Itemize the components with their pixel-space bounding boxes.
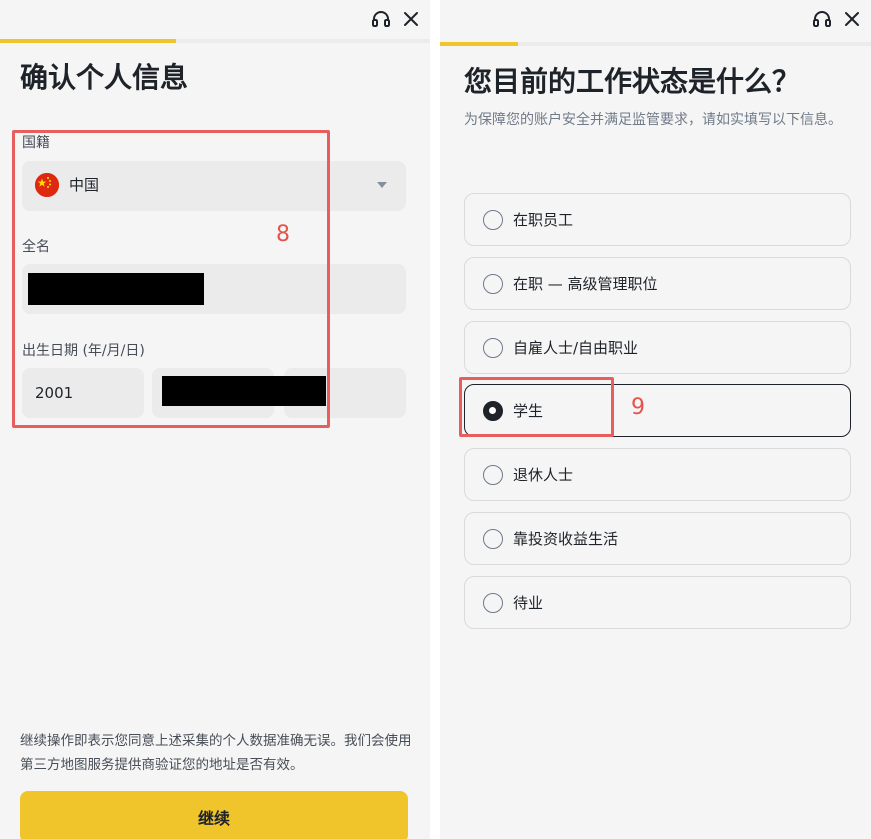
employment-option-label: 在职员工 — [513, 211, 574, 229]
confirm-personal-info-screen: 确认个人信息 国籍 中国 全名 出生日期 (年/月/日) 2001 8 继续操作… — [0, 0, 430, 839]
radio-icon[interactable] — [483, 209, 503, 230]
employment-option[interactable]: 靠投资收益生活 — [464, 512, 851, 565]
employment-option[interactable]: 在职员工 — [464, 193, 851, 246]
annotation-box — [12, 130, 330, 428]
annotation-number: 9 — [631, 395, 645, 420]
top-bar — [803, 8, 863, 30]
progress-bar — [0, 39, 430, 43]
employment-option-label: 退休人士 — [513, 466, 574, 484]
employment-option-label: 靠投资收益生活 — [513, 530, 619, 548]
progress-fill — [0, 39, 177, 43]
annotation-box — [459, 377, 614, 437]
radio-icon[interactable] — [483, 528, 503, 549]
employment-option[interactable]: 在职 — 高级管理职位 — [464, 257, 851, 310]
headset-icon[interactable] — [370, 8, 392, 30]
employment-option-label: 在职 — 高级管理职位 — [513, 275, 658, 293]
employment-option[interactable]: 退休人士 — [464, 448, 851, 501]
progress-fill — [440, 42, 518, 46]
radio-icon[interactable] — [483, 592, 503, 613]
employment-status-screen: 您目前的工作状态是什么？ 为保障您的账户安全并满足监管要求，请如实填写以下信息。… — [440, 0, 871, 839]
consent-disclaimer: 继续操作即表示您同意上述采集的个人数据准确无误。我们会使用第三方地图服务提供商验… — [20, 733, 412, 773]
radio-icon[interactable] — [483, 464, 503, 485]
chevron-down-icon — [377, 182, 387, 188]
annotation-number: 8 — [276, 222, 290, 247]
close-icon[interactable] — [841, 8, 863, 30]
close-icon[interactable] — [400, 8, 422, 30]
radio-icon[interactable] — [483, 273, 503, 294]
employment-option-label: 待业 — [513, 594, 544, 612]
top-bar — [362, 8, 422, 30]
continue-button[interactable]: 继续 — [20, 791, 408, 839]
employment-option[interactable]: 待业 — [464, 576, 851, 629]
headset-icon[interactable] — [811, 8, 833, 30]
employment-option[interactable]: 自雇人士/自由职业 — [464, 321, 851, 374]
page-subtitle: 为保障您的账户安全并满足监管要求，请如实填写以下信息。 — [464, 112, 842, 128]
employment-option-label: 自雇人士/自由职业 — [513, 339, 639, 357]
panel-divider — [430, 0, 440, 839]
page-title: 您目前的工作状态是什么？ — [464, 65, 801, 98]
progress-bar — [440, 42, 871, 46]
page-title: 确认个人信息 — [20, 61, 189, 94]
radio-icon[interactable] — [483, 337, 503, 358]
